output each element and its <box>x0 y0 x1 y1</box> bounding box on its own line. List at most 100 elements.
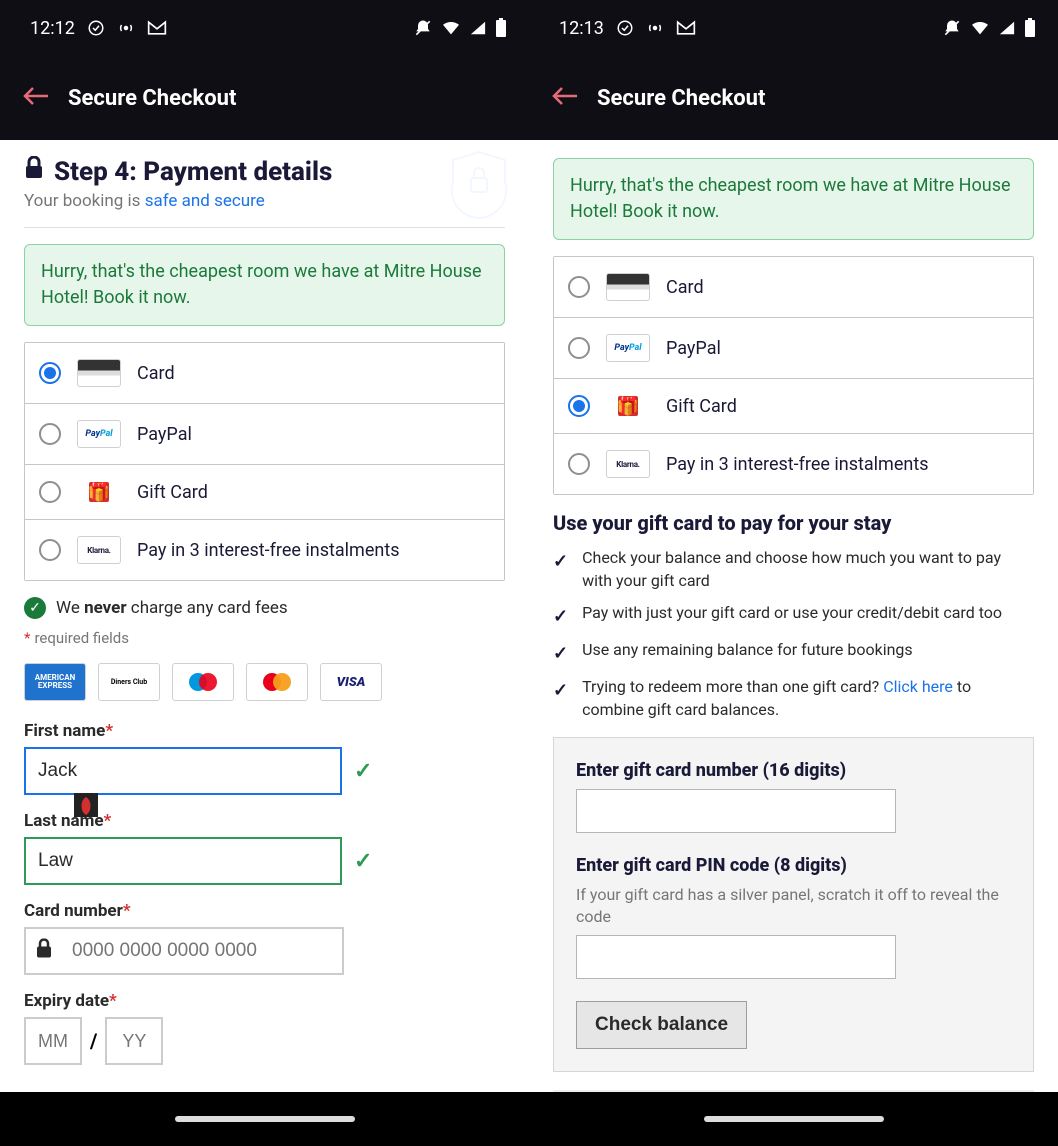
content-right: Hurry, that's the cheapest room we have … <box>529 140 1058 1092</box>
giftcard-icon: 🎁 <box>89 482 109 502</box>
click-here-link[interactable]: Click here <box>883 677 953 696</box>
expiry-yy-input[interactable] <box>105 1017 163 1065</box>
back-arrow-icon[interactable] <box>551 84 579 112</box>
method-label: Gift Card <box>666 396 737 417</box>
status-time: 12:13 <box>559 18 604 39</box>
radio-klarna[interactable] <box>568 453 590 475</box>
last-name-input[interactable] <box>24 837 342 885</box>
method-label: Gift Card <box>137 482 208 503</box>
gift-pin-label: Enter gift card PIN code (8 digits) <box>576 855 1011 876</box>
radio-card[interactable] <box>39 362 61 384</box>
nav-bar <box>529 1092 1058 1146</box>
gmail-icon <box>147 20 167 36</box>
gift-number-label: Enter gift card number (16 digits) <box>576 760 1011 781</box>
giftcard-icon: 🎁 <box>618 396 638 416</box>
paypal-icon: PayPal <box>77 420 121 448</box>
radio-giftcard[interactable] <box>39 481 61 503</box>
status-left: 12:12 <box>30 18 167 39</box>
status-time: 12:12 <box>30 18 75 39</box>
shield-icon <box>447 148 511 226</box>
card-number-label: Card number* <box>24 901 505 921</box>
check-circle-icon: ✓ <box>24 597 46 619</box>
first-name-label: First name* <box>24 721 505 741</box>
gift-number-input[interactable] <box>576 789 896 833</box>
radio-klarna[interactable] <box>39 539 61 561</box>
method-paypal[interactable]: PayPal PayPal <box>25 404 504 465</box>
radio-giftcard[interactable] <box>568 395 590 417</box>
nav-pill[interactable] <box>175 1116 355 1122</box>
dnd-icon <box>413 18 433 38</box>
check-icon: ✓ <box>354 759 372 784</box>
payment-methods: Card PayPal PayPal 🎁 Gift Card Klarna. P… <box>553 256 1034 495</box>
expiry-field: Expiry date* / <box>24 991 505 1065</box>
first-name-field: First name* ✓ <box>24 721 505 795</box>
visa-logo: VISA <box>320 663 382 701</box>
nav-pill[interactable] <box>704 1116 884 1122</box>
gift-title: Use your gift card to pay for your stay <box>553 511 1034 535</box>
content-left: Step 4: Payment details Your booking is … <box>0 140 529 1092</box>
expiry-mm-input[interactable] <box>24 1017 82 1065</box>
status-bar: 12:13 <box>529 0 1058 56</box>
klarna-icon: Klarna. <box>606 450 650 478</box>
card-logos-row: AMERICANEXPRESS Diners Club VISA <box>24 663 505 701</box>
mastercard-logo <box>246 663 308 701</box>
cursor-handle-icon[interactable] <box>72 791 100 819</box>
status-left: 12:13 <box>559 18 696 39</box>
required-note: *required fields <box>24 629 505 647</box>
radio-card[interactable] <box>568 276 590 298</box>
expiry-separator: / <box>90 1029 97 1053</box>
method-klarna[interactable]: Klarna. Pay in 3 interest-free instalmen… <box>554 434 1033 494</box>
check-balance-button[interactable]: Check balance <box>576 1001 747 1049</box>
method-card[interactable]: Card <box>25 343 504 404</box>
check-icon: ✓ <box>553 604 568 629</box>
back-arrow-icon[interactable] <box>22 84 50 112</box>
no-fees-row: ✓ We never charge any card fees <box>24 597 505 619</box>
gmail-icon <box>676 20 696 36</box>
method-giftcard[interactable]: 🎁 Gift Card <box>554 379 1033 434</box>
gift-pin-hint: If your gift card has a silver panel, sc… <box>576 884 1011 927</box>
check-icon: ✓ <box>553 641 568 666</box>
first-name-input[interactable] <box>24 747 342 795</box>
battery-icon <box>1024 18 1036 38</box>
lock-icon <box>36 939 52 964</box>
phone-left: 12:12 Secure Checkout Step 4: Payment de… <box>0 0 529 1146</box>
bullet: ✓Trying to redeem more than one gift car… <box>553 676 1034 721</box>
app-title: Secure Checkout <box>597 86 765 111</box>
signal-icon <box>469 20 487 36</box>
step-subtitle: Your booking is safe and secure <box>24 191 332 211</box>
card-number-input[interactable] <box>24 927 344 975</box>
method-label: Pay in 3 interest-free instalments <box>137 540 400 561</box>
method-paypal[interactable]: PayPal PayPal <box>554 318 1033 379</box>
bullet: ✓Pay with just your gift card or use you… <box>553 602 1034 629</box>
gift-pin-input[interactable] <box>576 935 896 979</box>
card-icon <box>77 359 121 387</box>
divider <box>24 227 505 228</box>
method-giftcard[interactable]: 🎁 Gift Card <box>25 465 504 520</box>
hurry-banner: Hurry, that's the cheapest room we have … <box>24 244 505 326</box>
wifi-icon <box>970 20 990 36</box>
bullet: ✓Use any remaining balance for future bo… <box>553 639 1034 666</box>
paypal-icon: PayPal <box>606 334 650 362</box>
hurry-banner: Hurry, that's the cheapest room we have … <box>553 158 1034 240</box>
method-label: Pay in 3 interest-free instalments <box>666 454 929 475</box>
app-header: Secure Checkout <box>529 56 1058 140</box>
radio-paypal[interactable] <box>39 423 61 445</box>
step-title: Step 4: Payment details <box>24 156 332 187</box>
check-circle-icon <box>87 19 105 37</box>
status-bar: 12:12 <box>0 0 529 56</box>
method-label: Card <box>666 277 704 298</box>
diners-logo: Diners Club <box>98 663 160 701</box>
method-card[interactable]: Card <box>554 257 1033 318</box>
card-icon <box>606 273 650 301</box>
check-icon: ✓ <box>553 549 568 592</box>
method-klarna[interactable]: Klarna. Pay in 3 interest-free instalmen… <box>25 520 504 580</box>
app-title: Secure Checkout <box>68 86 236 111</box>
method-label: PayPal <box>666 338 721 359</box>
klarna-icon: Klarna. <box>77 536 121 564</box>
safe-secure-link[interactable]: safe and secure <box>145 191 265 211</box>
method-label: Card <box>137 363 175 384</box>
gift-panel: Enter gift card number (16 digits) Enter… <box>553 737 1034 1072</box>
gift-bullets: ✓Check your balance and choose how much … <box>553 547 1034 721</box>
check-icon: ✓ <box>553 678 568 721</box>
radio-paypal[interactable] <box>568 337 590 359</box>
